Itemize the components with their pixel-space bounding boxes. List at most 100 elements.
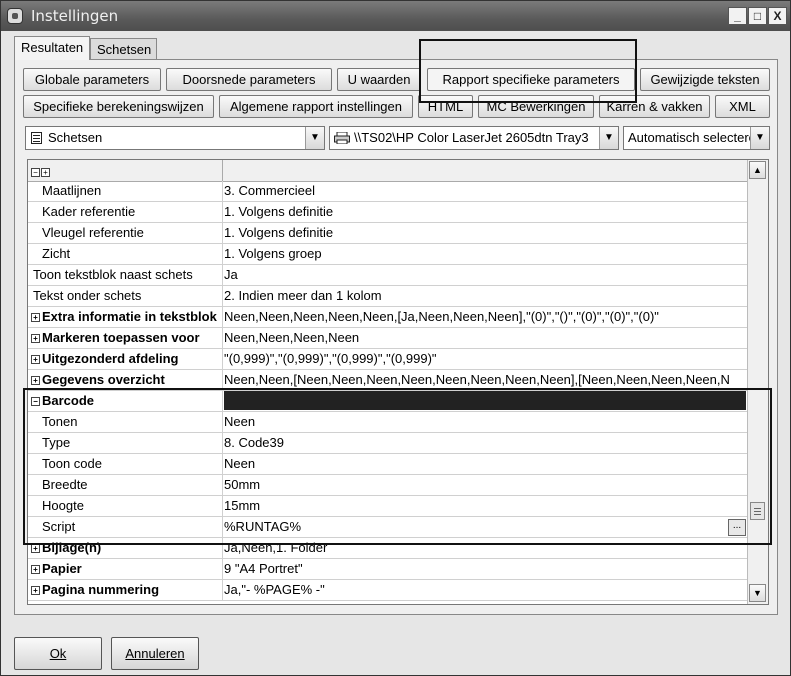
scroll-thumb[interactable] [750,502,765,520]
algemene-rapport-instellingen-button[interactable]: Algemene rapport instellingen [219,95,413,118]
column-divider [222,412,223,433]
property-name-text: Maatlijnen [42,183,102,198]
property-value[interactable]: "(0,999)","(0,999)","(0,999)","(0,999)" [224,351,746,366]
grid-row[interactable]: + Bijlage(n) Ja,Neen,1. Folder [28,538,748,559]
grid-row[interactable]: Type 8. Code39 [28,433,748,454]
grid-row[interactable]: Tekst onder schets 2. Indien meer dan 1 k… [28,286,748,307]
property-name-text: Tonen [42,414,78,429]
tab-resultaten[interactable]: Resultaten [14,36,90,60]
expand-icon[interactable]: + [31,544,40,553]
globale-parameters-button[interactable]: Globale parameters [23,68,161,91]
minimize-button[interactable]: _ [728,7,747,25]
property-name: Type [42,435,232,450]
xml-button[interactable]: XML [715,95,770,118]
grid-row[interactable]: Hoogte 15mm [28,496,748,517]
grid-row[interactable]: Toon tekstblok naast schets Ja [28,265,748,286]
property-value[interactable]: Neen,Neen,Neen,Neen [224,330,746,345]
chevron-down-icon[interactable]: ▼ [599,127,618,149]
expand-icon[interactable]: + [31,313,40,322]
mc-bewerkingen-button[interactable]: MC Bewerkingen [478,95,594,118]
property-value[interactable]: Ja,"- %PAGE% -" [224,582,746,597]
ellipsis-button[interactable]: ... [728,519,746,536]
property-value[interactable]: Neen,Neen,Neen,Neen,Neen,[Ja,Neen,Neen,N… [224,309,746,324]
grid-row[interactable]: + Markeren toepassen voor Neen,Neen,Neen,N… [28,328,748,349]
property-value[interactable]: 50mm [224,477,746,492]
grid-row[interactable]: + Uitgezonderd afdeling "(0,999)","(0,999)… [28,349,748,370]
grid-row[interactable]: Zicht 1. Volgens groep [28,244,748,265]
property-name-text: Markeren toepassen voor [42,330,200,345]
property-value[interactable]: 9 "A4 Portret" [224,561,746,576]
grid-row[interactable]: − Barcode [28,391,748,412]
property-name-text: Hoogte [42,498,84,513]
tab-schetsen[interactable]: Schetsen [90,38,157,59]
column-divider [222,475,223,496]
u-waarden-button[interactable]: U waarden [337,68,421,91]
column-divider [222,328,223,349]
grid-row[interactable]: + Papier 9 "A4 Portret" [28,559,748,580]
scroll-down-icon[interactable]: ▼ [749,584,766,602]
title-bar[interactable]: Instellingen _ □ X [1,1,790,31]
property-name-text: Toon tekstblok naast schets [33,267,193,282]
maximize-button[interactable]: □ [748,7,767,25]
chevron-down-icon[interactable]: ▼ [305,127,324,149]
grid-row[interactable]: Breedte 50mm [28,475,748,496]
printer-icon [334,132,350,144]
grid-row[interactable]: Toon code Neen [28,454,748,475]
property-value[interactable]: 1. Volgens definitie [224,204,746,219]
expand-icon[interactable]: + [31,334,40,343]
cancel-button[interactable]: Annuleren [111,637,199,670]
property-name: Maatlijnen [42,183,232,198]
collapse-icon[interactable]: − [31,397,40,406]
vertical-scrollbar[interactable]: ▲ ▼ [747,160,768,604]
property-value[interactable]: Neen,Neen,[Neen,Neen,Neen,Neen,Neen,Neen… [224,372,746,387]
grid-row[interactable]: Tonen Neen [28,412,748,433]
property-value[interactable]: Neen [224,414,746,429]
gewijzigde-teksten-button[interactable]: Gewijzigde teksten [640,68,770,91]
printer-select[interactable]: \\TS02\HP Color LaserJet 2605dtn Tray3 ▼ [329,126,619,150]
property-value[interactable] [224,391,746,410]
specifieke-berekeningswijzen-button[interactable]: Specifieke berekeningswijzen [23,95,214,118]
settings-window: Instellingen _ □ X Resultaten Schetsen G… [0,0,791,676]
mode-select[interactable]: Automatisch selecteren ▼ [623,126,770,150]
expand-icon[interactable]: + [31,565,40,574]
collapse-all-icon[interactable]: − [31,165,40,179]
property-value[interactable]: %RUNTAG% [224,519,746,534]
expand-all-icon[interactable]: + [41,165,50,179]
grid-row[interactable]: + Gegevens overzicht Neen,Neen,[Neen,Neen,… [28,370,748,391]
section-select[interactable]: Schetsen ▼ [25,126,325,150]
property-name-text: Papier [42,561,82,576]
property-value[interactable]: 8. Code39 [224,435,746,450]
grid-row[interactable]: + Pagina nummering Ja,"- %PAGE% -" [28,580,748,601]
html-button[interactable]: HTML [418,95,473,118]
grid-row[interactable]: Script %RUNTAG%... [28,517,748,538]
scroll-up-icon[interactable]: ▲ [749,161,766,179]
grid-row[interactable]: Vleugel referentie 1. Volgens definitie [28,223,748,244]
doorsnede-parameters-button[interactable]: Doorsnede parameters [166,68,332,91]
expand-icon[interactable]: + [31,586,40,595]
expand-icon[interactable]: + [31,376,40,385]
property-value[interactable]: 2. Indien meer dan 1 kolom [224,288,746,303]
property-value[interactable]: 3. Commercieel [224,183,746,198]
grid-row[interactable]: + Extra informatie in tekstblok Neen,Neen,… [28,307,748,328]
karren-vakken-button[interactable]: Karren & vakken [599,95,710,118]
property-name-text: Bijlage(n) [42,540,102,555]
property-grid[interactable]: − + Maatlijnen 3. Commercieel Kader refere… [27,159,769,605]
column-splitter[interactable] [222,160,223,181]
chevron-down-icon[interactable]: ▼ [750,127,769,149]
property-value[interactable]: Ja,Neen,1. Folder [224,540,746,555]
column-divider [222,307,223,328]
property-name-text: Pagina nummering [42,582,160,597]
property-value[interactable]: 1. Volgens groep [224,246,746,261]
property-value[interactable]: 1. Volgens definitie [224,225,746,240]
expand-icon[interactable]: + [31,355,40,364]
grid-row[interactable]: Kader referentie 1. Volgens definitie [28,202,748,223]
property-value[interactable]: 15mm [224,498,746,513]
grid-header: − + [28,160,748,182]
property-value[interactable]: Neen [224,456,746,471]
property-name-text: Uitgezonderd afdeling [42,351,179,366]
close-button[interactable]: X [768,7,787,25]
ok-button[interactable]: Ok [14,637,102,670]
property-value[interactable]: Ja [224,267,746,282]
rapport-specifieke-parameters-button[interactable]: Rapport specifieke parameters [427,68,635,91]
grid-row[interactable]: Maatlijnen 3. Commercieel [28,181,748,202]
